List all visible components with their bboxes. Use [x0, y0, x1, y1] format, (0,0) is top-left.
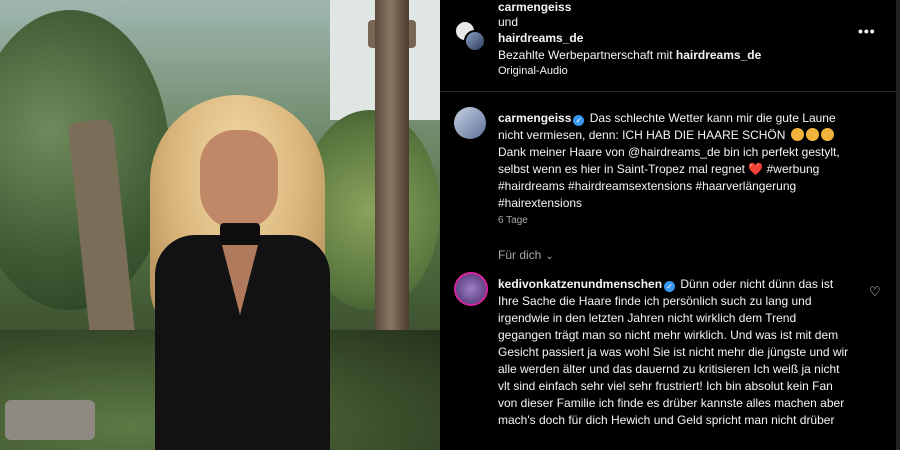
partner-name-link[interactable]: hairdreams_de — [676, 48, 761, 62]
caption-username[interactable]: carmengeiss — [498, 111, 571, 125]
header-username-1[interactable]: carmengeiss — [498, 0, 571, 14]
post-timestamp[interactable]: 6 Tage — [498, 215, 528, 226]
more-options-icon[interactable]: ••• — [858, 24, 882, 40]
audio-link[interactable]: Original-Audio — [498, 65, 568, 77]
scrollbar[interactable] — [896, 0, 900, 450]
person-face — [200, 130, 278, 230]
chevron-down-icon: ⌄ — [545, 251, 554, 262]
comment-sort-dropdown[interactable]: Für dich ⌄ — [498, 248, 554, 262]
header-and-text: und — [498, 15, 519, 29]
caption-avatar[interactable] — [454, 107, 486, 139]
like-heart-icon[interactable]: ♡ — [869, 284, 881, 300]
comment-username[interactable]: kedivonkatzenundmenschen — [498, 277, 662, 291]
post-caption: carmengeiss ✓ Das schlechte Wetter kann m… — [498, 110, 858, 212]
header-username-2[interactable]: hairdreams_de — [498, 31, 583, 45]
paid-partnership-label: Bezahlte Werbepartnerschaft mit hairdrea… — [498, 48, 761, 62]
post-panel: carmengeiss und hairdreams_de Bezahlte W… — [440, 0, 896, 450]
comment-text: Dünn oder nicht dünn das ist Ihre Sache … — [498, 277, 849, 427]
heart-emoji-icon: ❤️ — [748, 162, 764, 176]
verified-badge-icon: ✓ — [664, 281, 676, 292]
person-choker — [220, 223, 260, 245]
collab-avatars[interactable] — [454, 20, 486, 52]
sort-label: Für dich — [498, 248, 542, 262]
verified-badge-icon: ✓ — [573, 115, 585, 126]
post-header: carmengeiss und hairdreams_de Bezahlte W… — [440, 0, 896, 92]
partner-prefix: Bezahlte Werbepartnerschaft mit — [498, 48, 676, 62]
commenter-avatar[interactable] — [454, 272, 488, 306]
heart-eyes-emoji-icon — [820, 128, 834, 141]
avatar — [464, 30, 486, 52]
comment-item: kedivonkatzenundmenschen ✓ Dünn oder nich… — [498, 276, 850, 429]
heart-eyes-emoji-icon — [805, 128, 819, 141]
video-area[interactable] — [0, 0, 440, 450]
stone — [5, 400, 95, 440]
smiling-emoji-icon — [790, 128, 804, 141]
person — [140, 95, 340, 450]
